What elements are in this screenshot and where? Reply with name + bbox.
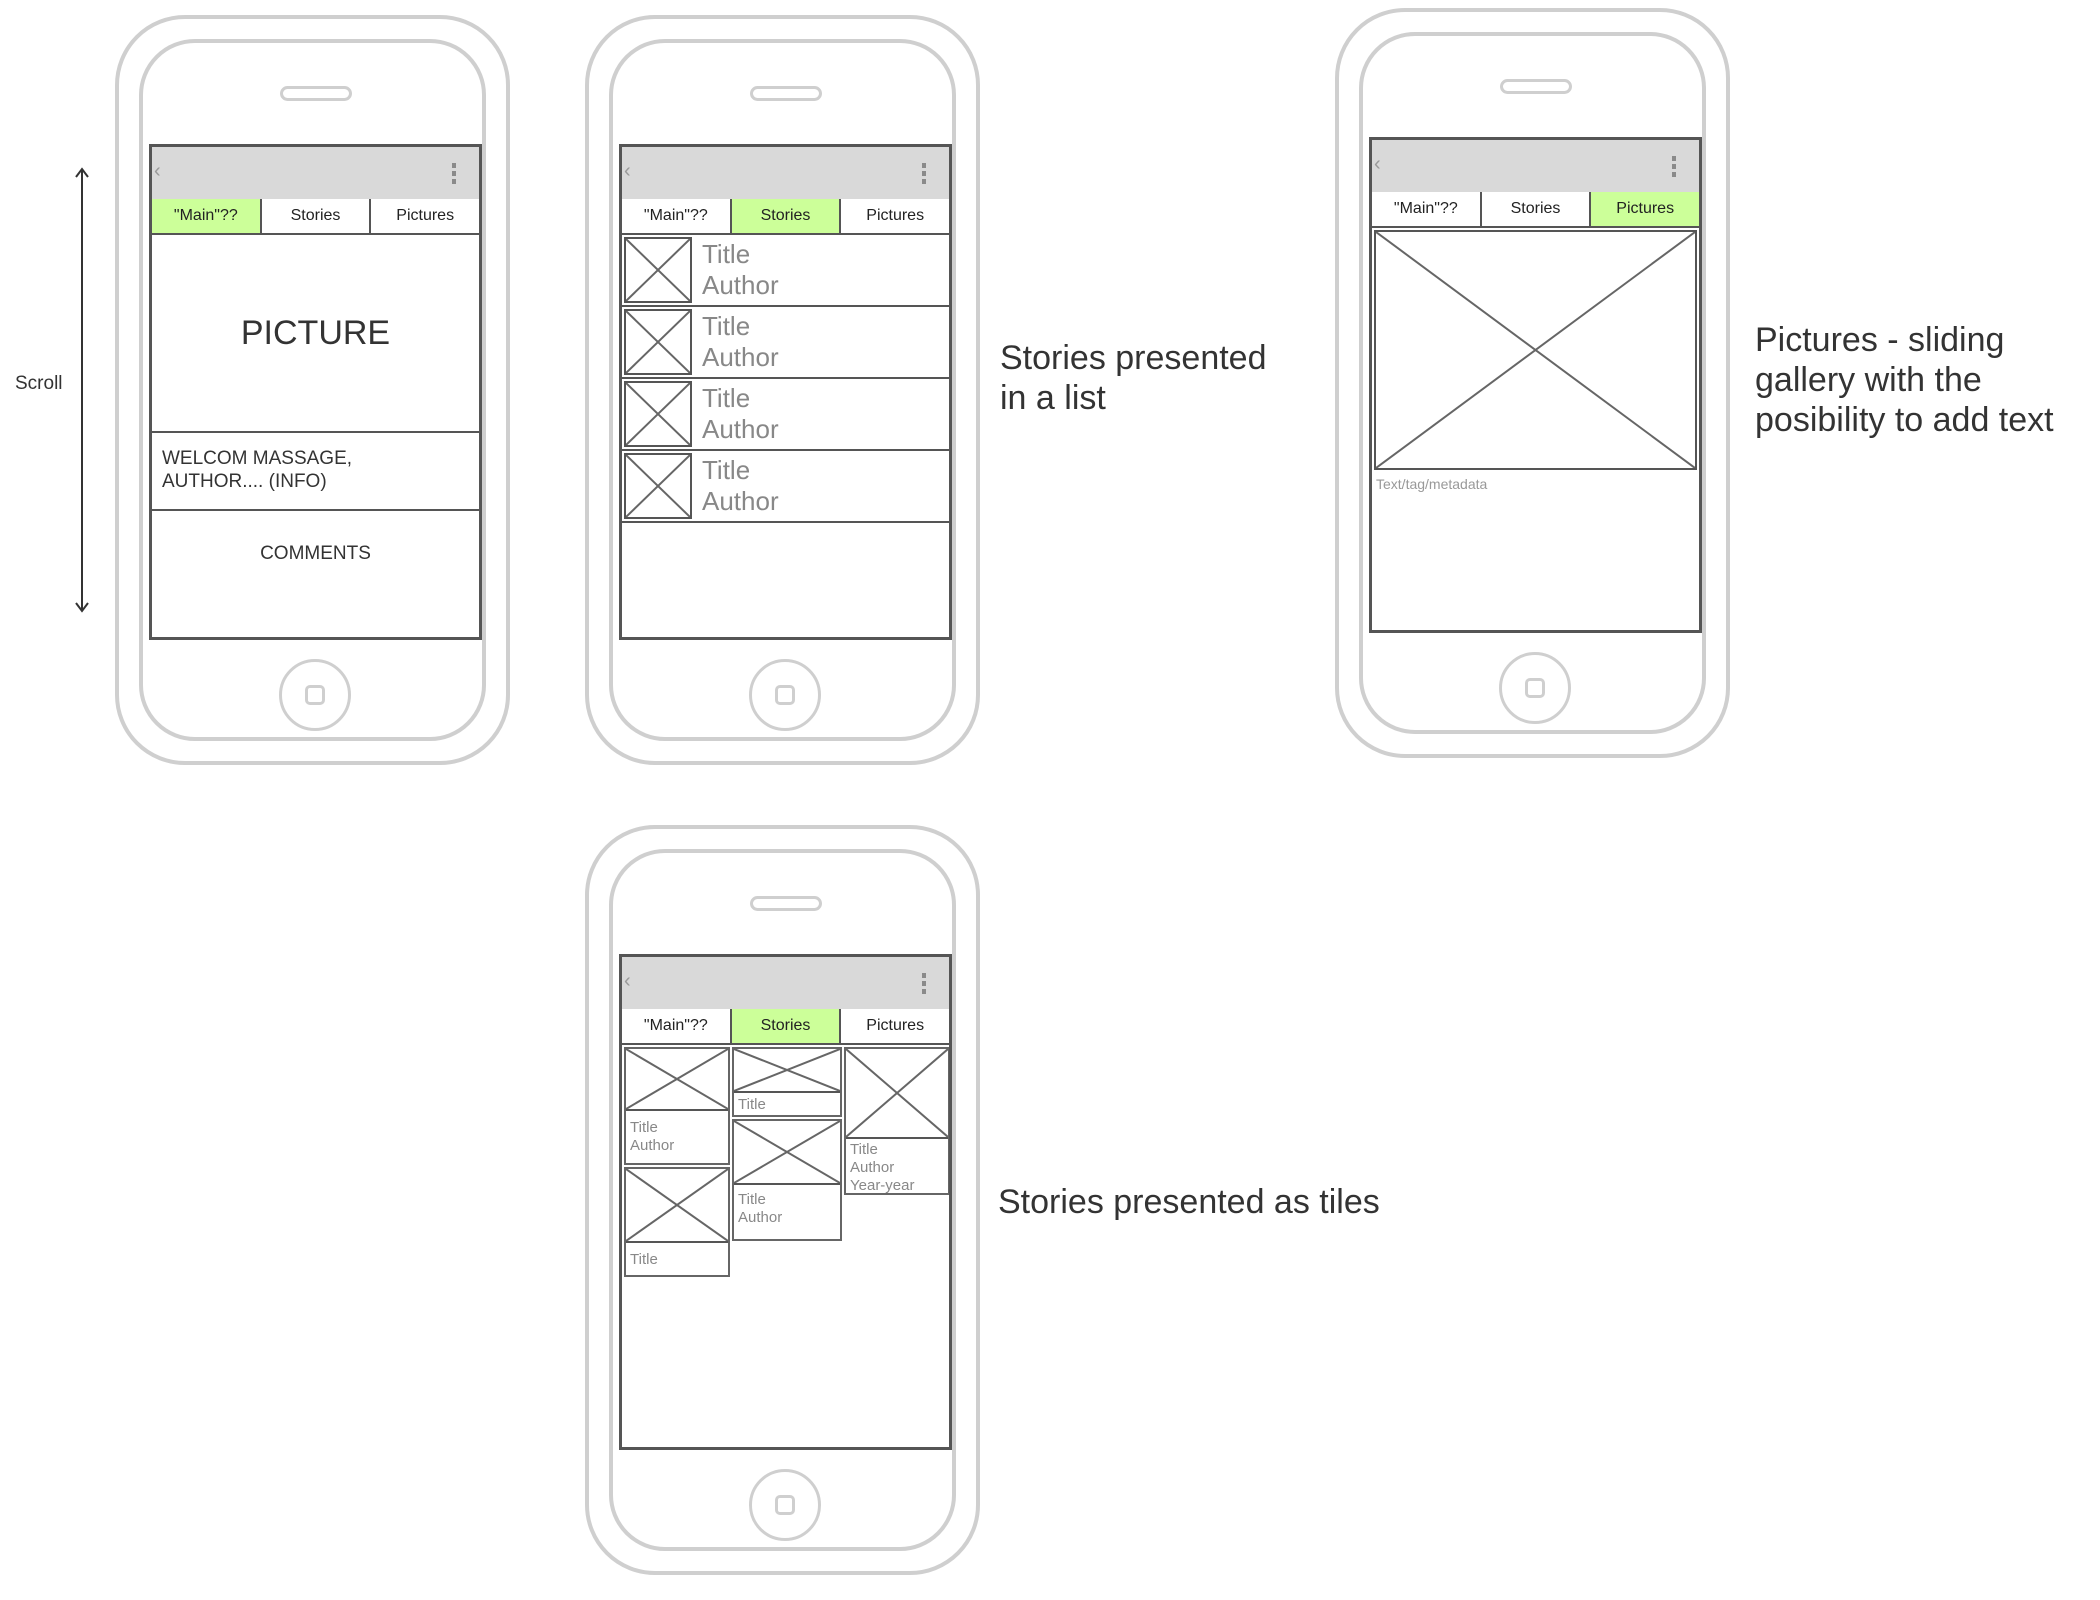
tab-stories[interactable]: Stories	[731, 1009, 842, 1043]
tile-image-placeholder-icon	[626, 1169, 728, 1243]
screen-stories-tiles: ‹ "Main"?? Stories Pictures Title Author …	[619, 954, 952, 1450]
story-tile[interactable]: Title Author Year-year	[844, 1047, 949, 1195]
top-bar: ‹	[622, 957, 949, 1009]
scroll-label: Scroll	[15, 373, 63, 394]
home-square-icon	[775, 685, 795, 705]
tab-bar: "Main"?? Stories Pictures	[622, 1009, 949, 1045]
tab-stories[interactable]: Stories	[261, 199, 372, 233]
top-bar: ‹	[1372, 140, 1699, 192]
comments-section[interactable]: COMMENTS	[152, 531, 479, 577]
overflow-menu-icon[interactable]	[1672, 156, 1677, 180]
list-item[interactable]: Title Author	[622, 451, 949, 523]
screen-stories-list: ‹ "Main"?? Stories Pictures Title Author …	[619, 144, 952, 640]
story-tile[interactable]: Title	[624, 1167, 730, 1277]
story-author: Author	[702, 414, 779, 444]
story-author: Author	[702, 342, 779, 372]
thumbnail-placeholder-icon	[624, 381, 692, 447]
overflow-menu-icon[interactable]	[922, 163, 927, 187]
tile-title: Title	[850, 1141, 878, 1158]
home-button[interactable]	[279, 659, 351, 731]
tab-pictures[interactable]: Pictures	[1591, 192, 1699, 226]
tile-title: Title	[738, 1096, 766, 1113]
tile-author: Author	[738, 1209, 783, 1226]
tab-main[interactable]: "Main"??	[1372, 192, 1482, 226]
list-item[interactable]: Title Author	[622, 379, 949, 451]
story-author: Author	[702, 270, 779, 300]
phone-main: ‹ "Main"?? Stories Pictures PICTURE WELC…	[115, 15, 510, 765]
overflow-menu-icon[interactable]	[922, 973, 927, 997]
tab-bar: "Main"?? Stories Pictures	[622, 199, 949, 235]
back-chevron-icon[interactable]: ‹	[624, 161, 631, 181]
story-title: Title	[702, 311, 751, 341]
phone-pictures-gallery: ‹ "Main"?? Stories Pictures Text/tag/met…	[1335, 8, 1730, 758]
tab-stories[interactable]: Stories	[1481, 192, 1592, 226]
tile-years: Year-year	[850, 1177, 915, 1194]
tile-author: Author	[630, 1137, 675, 1154]
tab-bar: "Main"?? Stories Pictures	[1372, 192, 1699, 228]
tab-main[interactable]: "Main"??	[152, 199, 262, 233]
home-square-icon	[305, 685, 325, 705]
home-button[interactable]	[749, 1469, 821, 1541]
tab-main[interactable]: "Main"??	[622, 1009, 732, 1043]
thumbnail-placeholder-icon	[624, 453, 692, 519]
story-tile[interactable]: Title Author	[624, 1047, 730, 1165]
tile-title: Title	[630, 1251, 658, 1268]
top-bar: ‹	[622, 147, 949, 199]
story-title: Title	[702, 239, 751, 269]
speaker-icon	[280, 86, 352, 101]
thumbnail-placeholder-icon	[624, 237, 692, 303]
annotation-pictures-gallery: Pictures - sliding gallery with the posi…	[1755, 321, 2054, 439]
home-button[interactable]	[749, 659, 821, 731]
scroll-double-arrow-icon	[75, 167, 89, 613]
tile-author: Author	[850, 1159, 895, 1176]
home-square-icon	[1525, 678, 1545, 698]
screen-pictures-gallery: ‹ "Main"?? Stories Pictures Text/tag/met…	[1369, 137, 1702, 633]
overflow-menu-icon[interactable]	[452, 163, 457, 187]
tab-stories[interactable]: Stories	[731, 199, 842, 233]
gallery-metadata-text: Text/tag/metadata	[1376, 476, 1488, 492]
story-title: Title	[702, 383, 751, 413]
speaker-icon	[750, 896, 822, 911]
tile-image-placeholder-icon	[734, 1121, 840, 1185]
back-chevron-icon[interactable]: ‹	[624, 971, 631, 991]
phone-stories-tiles: ‹ "Main"?? Stories Pictures Title Author …	[585, 825, 980, 1575]
story-title: Title	[702, 455, 751, 485]
tile-image-placeholder-icon	[846, 1049, 948, 1139]
back-chevron-icon[interactable]: ‹	[1374, 154, 1381, 174]
tab-pictures[interactable]: Pictures	[371, 199, 479, 233]
tile-image-placeholder-icon	[626, 1049, 728, 1111]
story-tile[interactable]: Title Author	[732, 1119, 842, 1241]
tab-pictures[interactable]: Pictures	[841, 1009, 949, 1043]
top-bar: ‹	[152, 147, 479, 199]
home-square-icon	[775, 1495, 795, 1515]
tile-image-placeholder-icon	[734, 1049, 840, 1093]
welcome-message: WELCOM MASSAGE, AUTHOR.... (INFO)	[152, 433, 479, 511]
tab-pictures[interactable]: Pictures	[841, 199, 949, 233]
tab-main[interactable]: "Main"??	[622, 199, 732, 233]
speaker-icon	[1500, 79, 1572, 94]
gallery-image-placeholder-icon[interactable]	[1374, 230, 1697, 470]
story-author: Author	[702, 486, 779, 516]
list-item[interactable]: Title Author	[622, 307, 949, 379]
annotation-stories-list: Stories presented in a list	[1000, 339, 1267, 417]
tile-title: Title	[738, 1191, 766, 1208]
screen-main: ‹ "Main"?? Stories Pictures PICTURE WELC…	[149, 144, 482, 640]
thumbnail-placeholder-icon	[624, 309, 692, 375]
tile-title: Title	[630, 1119, 658, 1136]
home-button[interactable]	[1499, 652, 1571, 724]
annotation-stories-tiles: Stories presented as tiles	[998, 1183, 1380, 1221]
story-tile[interactable]: Title	[732, 1047, 842, 1117]
tab-bar: "Main"?? Stories Pictures	[152, 199, 479, 235]
speaker-icon	[750, 86, 822, 101]
list-item[interactable]: Title Author	[622, 235, 949, 307]
picture-placeholder: PICTURE	[152, 235, 479, 433]
back-chevron-icon[interactable]: ‹	[154, 161, 161, 181]
phone-stories-list: ‹ "Main"?? Stories Pictures Title Author …	[585, 15, 980, 765]
